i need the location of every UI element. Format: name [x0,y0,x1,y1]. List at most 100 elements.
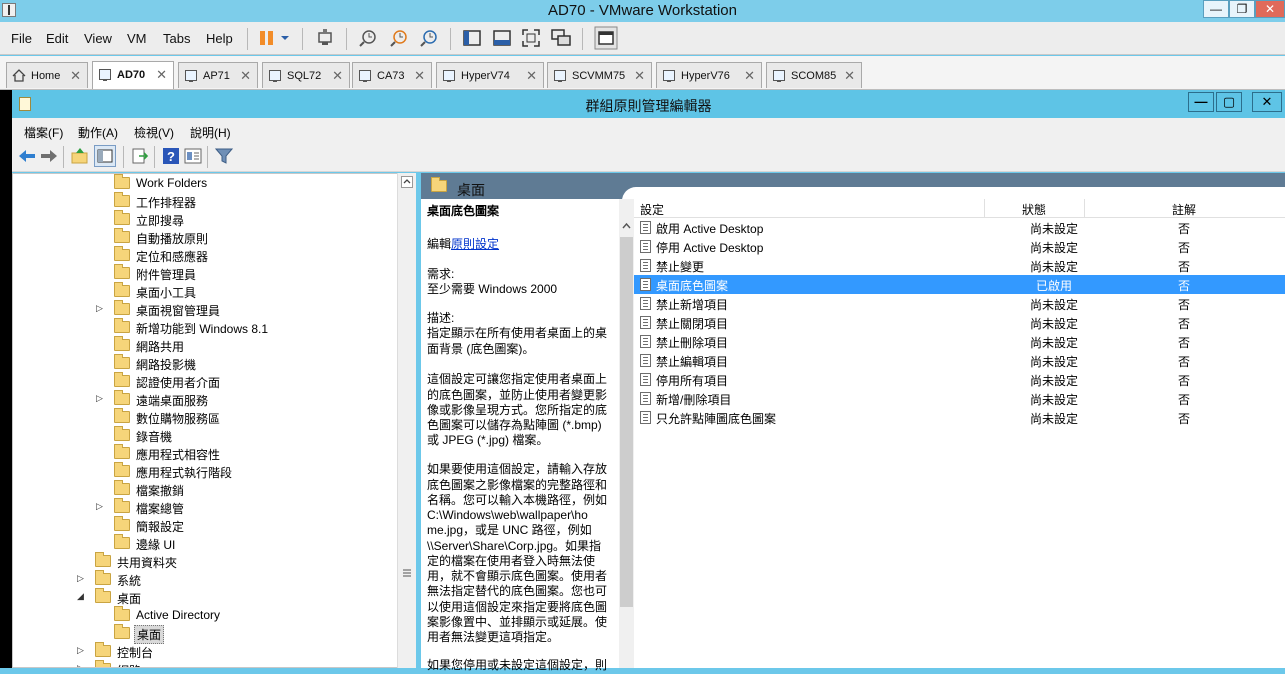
column-header-comment[interactable]: 註解 [1172,201,1196,218]
tab-label: SQL72 [287,70,322,82]
gpedit-window-title: 群組原則管理編輯器 [585,98,712,114]
scroll-up-icon[interactable] [401,176,413,188]
vm-menu-vm[interactable]: VM [127,31,147,46]
close-icon[interactable]: ✕ [634,68,645,84]
gpedit-restore-button[interactable]: ▢ [1216,92,1242,112]
scroll-up-icon[interactable] [621,221,632,231]
revert-snapshot-icon[interactable] [389,28,409,48]
vmware-restore-button[interactable]: ❐ [1229,0,1255,18]
snapshot-manager-icon[interactable] [419,28,439,48]
show-hide-tree-icon[interactable] [94,145,116,167]
gp-menu-view[interactable]: 檢視(V) [134,124,174,141]
close-icon[interactable]: ✕ [744,68,755,84]
help-icon[interactable]: ? [162,147,180,165]
vmware-minimize-button[interactable]: — [1203,0,1229,18]
gpedit-minimize-button[interactable]: — [1188,92,1214,112]
vm-icon [359,70,371,82]
list-item[interactable]: 新增/刪除項目 尚未設定否 [634,389,1285,408]
gp-menu-file[interactable]: 檔案(F) [24,124,63,141]
tab-hyperv76[interactable]: HyperV76 ✕ [656,62,762,88]
tab-scom85[interactable]: SCOM85 ✕ [766,62,862,88]
list-item[interactable]: 啟用 Active Desktop 尚未設定否 [634,218,1285,237]
filter-icon[interactable] [215,147,233,165]
folder-icon [114,516,130,531]
close-icon[interactable]: ✕ [414,68,425,84]
expand-arrow-icon[interactable]: ▷ [96,393,106,405]
back-arrow-icon[interactable] [18,147,36,165]
description-scrollbar[interactable] [619,199,634,668]
tab-sql72[interactable]: SQL72 ✕ [262,62,350,88]
policy-setting-icon [640,297,651,310]
column-header-setting[interactable]: 設定 [640,201,664,218]
snapshot-icon[interactable] [358,28,378,48]
vm-menu-tabs[interactable]: Tabs [163,31,190,46]
expand-arrow-icon[interactable]: ▷ [77,663,87,667]
expand-arrow-icon[interactable]: ▷ [77,645,87,657]
list-item[interactable]: 禁止關閉項目 尚未設定否 [634,313,1285,332]
close-icon[interactable]: ✕ [240,68,251,84]
settings-list: 設定 狀態 註解 啟用 Active Desktop 尚未設定否 停用 Activ… [634,199,1285,668]
quick-switch-icon[interactable] [492,28,512,48]
chevron-down-icon[interactable] [279,28,291,48]
edit-policy-line: 編輯原則設定 [427,237,500,251]
collapse-arrow-icon[interactable]: ◢ [77,591,87,603]
vm-menu-edit[interactable]: Edit [46,31,68,46]
send-ctrl-alt-del-icon[interactable] [315,28,335,48]
gp-menu-action[interactable]: 動作(A) [78,124,118,141]
scroll-thumb[interactable] [620,237,633,607]
column-divider[interactable] [1084,199,1085,218]
list-item[interactable]: 只允許點陣圖底色圖案 尚未設定否 [634,408,1285,427]
pause-icon[interactable] [257,28,277,48]
tab-ad70[interactable]: AD70 ✕ [92,61,174,89]
tab-home[interactable]: Home ✕ [6,62,88,88]
tab-ca73[interactable]: CA73 ✕ [352,62,432,88]
close-icon[interactable]: ✕ [844,68,855,84]
tab-ap71[interactable]: AP71 ✕ [178,62,258,88]
console-view-icon[interactable] [594,26,618,50]
list-item[interactable]: 禁止刪除項目 尚未設定否 [634,332,1285,351]
full-screen-icon[interactable] [521,28,541,48]
gp-menu-help[interactable]: 說明(H) [190,124,231,141]
tab-scvmm75[interactable]: SCVMM75 ✕ [547,62,652,88]
close-icon[interactable]: ✕ [332,68,343,84]
tab-label: HyperV74 [461,70,510,82]
vm-icon [663,70,675,82]
requirements-value: 至少需要 Windows 2000 [427,282,558,296]
forward-arrow-icon[interactable] [40,147,58,165]
column-divider[interactable] [984,199,985,218]
tab-hyperv74[interactable]: HyperV74 ✕ [436,62,544,88]
folder-icon [114,228,130,243]
expand-arrow-icon[interactable]: ▷ [96,501,106,513]
vm-menu-file[interactable]: File [11,31,32,46]
export-list-icon[interactable] [131,147,149,165]
scroll-grip-icon[interactable] [402,568,412,578]
list-item[interactable]: 禁止編輯項目 尚未設定否 [634,351,1285,370]
vmware-close-button[interactable]: ✕ [1255,0,1285,18]
gpedit-close-button[interactable]: ✕ [1252,92,1282,112]
expand-arrow-icon[interactable]: ▷ [77,573,87,585]
list-item[interactable]: 停用所有項目 尚未設定否 [634,370,1285,389]
list-item[interactable]: 禁止變更 尚未設定否 [634,256,1285,275]
show-library-icon[interactable] [462,28,482,48]
list-item[interactable]: 禁止新增項目 尚未設定否 [634,294,1285,313]
expand-arrow-icon[interactable]: ▷ [96,303,106,315]
description-text: 無法指定替代的底色圖案。您也可 [427,584,608,598]
unity-icon[interactable] [551,28,571,48]
policy-setting-icon [640,240,651,253]
vm-menu-view[interactable]: View [84,31,112,46]
tree-scrollbar[interactable] [397,173,416,668]
list-item[interactable]: 停用 Active Desktop 尚未設定否 [634,237,1285,256]
vm-icon [185,70,197,82]
folder-icon [114,534,130,549]
up-folder-icon[interactable] [71,147,89,165]
list-item-selected[interactable]: 桌面底色圖案 已啟用否 [634,275,1285,294]
close-icon[interactable]: ✕ [70,68,81,84]
vm-menu-help[interactable]: Help [206,31,233,46]
close-icon[interactable]: ✕ [156,67,167,83]
properties-icon[interactable] [184,147,202,165]
folder-icon [114,444,130,459]
close-icon[interactable]: ✕ [526,68,537,84]
edit-policy-link[interactable]: 原則設定 [451,237,499,251]
folder-icon [114,174,130,189]
column-header-state[interactable]: 狀態 [1022,201,1046,218]
